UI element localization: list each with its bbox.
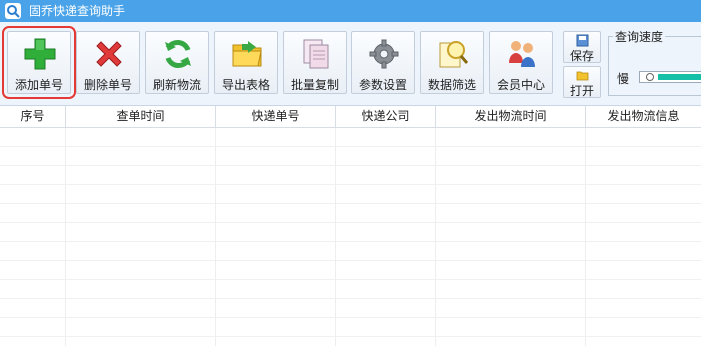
add-tracking-number-button[interactable]: 添加单号 <box>2 26 76 99</box>
data-filter-button[interactable]: 数据筛选 <box>420 31 484 94</box>
x-icon <box>96 41 122 67</box>
table-row <box>0 223 701 242</box>
table-row <box>0 242 701 261</box>
refresh-logistics-button[interactable]: 刷新物流 <box>145 31 209 94</box>
column-header-index[interactable]: 序号 <box>0 106 66 127</box>
save-button[interactable]: 保存 <box>563 31 601 63</box>
column-header-tracking-number[interactable]: 快递单号 <box>216 106 336 127</box>
copy-icon <box>303 39 329 69</box>
speed-track-fill <box>658 74 701 80</box>
open-button[interactable]: 打开 <box>563 66 601 98</box>
delete-tracking-number-button[interactable]: 删除单号 <box>76 31 140 94</box>
table-row <box>0 204 701 223</box>
export-table-button[interactable]: 导出表格 <box>214 31 278 94</box>
table-row <box>0 280 701 299</box>
batch-copy-button[interactable]: 批量复制 <box>283 31 347 94</box>
table-row <box>0 299 701 318</box>
folder-icon <box>232 41 262 67</box>
window-title: 固乔快递查询助手 <box>29 4 126 18</box>
table-header: 序号 查单时间 快递单号 快递公司 发出物流时间 发出物流信息 <box>0 106 701 128</box>
table-row <box>0 147 701 166</box>
column-header-dispatch-info[interactable]: 发出物流信息 <box>586 106 701 127</box>
parameter-settings-button[interactable]: 参数设置 <box>351 31 415 94</box>
open-folder-icon <box>576 71 589 81</box>
gear-icon <box>369 39 399 69</box>
refresh-icon <box>165 40 191 68</box>
query-speed-label: 查询速度 <box>613 28 666 45</box>
table-row <box>0 185 701 204</box>
query-speed-group: 查询速度 慢 <box>608 28 701 96</box>
table-row <box>0 261 701 280</box>
search-document-icon <box>439 41 469 68</box>
slow-label: 慢 <box>617 72 630 86</box>
table-body <box>0 128 701 346</box>
table-row <box>0 318 701 337</box>
member-center-button[interactable]: 会员中心 <box>489 31 553 94</box>
toolbar: 添加单号 删除单号 刷新物流 导出表格 批量复制 参数设置 数据筛选 会员中心 … <box>0 22 701 106</box>
table-row <box>0 128 701 147</box>
app-logo-icon <box>5 3 21 19</box>
users-icon <box>509 41 535 67</box>
title-bar: 固乔快递查询助手 <box>0 0 701 22</box>
column-header-dispatch-time[interactable]: 发出物流时间 <box>436 106 586 127</box>
plus-icon <box>24 38 56 70</box>
column-header-courier-company[interactable]: 快递公司 <box>336 106 436 127</box>
save-icon <box>576 34 589 47</box>
speed-slider-thumb[interactable] <box>646 73 654 81</box>
tracking-table: 序号 查单时间 快递单号 快递公司 发出物流时间 发出物流信息 <box>0 106 701 346</box>
query-speed-slider[interactable] <box>639 71 701 83</box>
column-header-query-time[interactable]: 查单时间 <box>66 106 216 127</box>
table-row <box>0 166 701 185</box>
